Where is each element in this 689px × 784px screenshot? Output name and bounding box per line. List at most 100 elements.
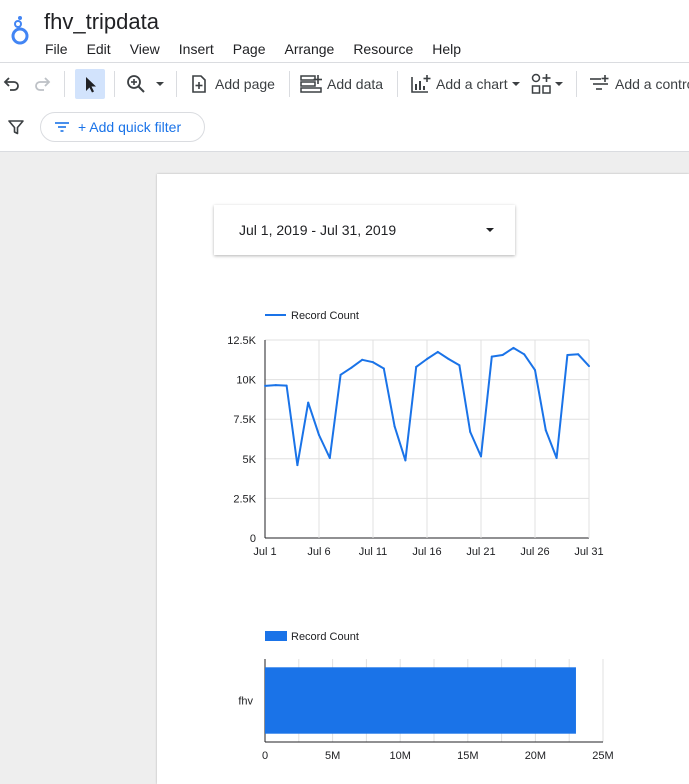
data-point[interactable] [372, 361, 374, 364]
y-tick-label: 12.5K [227, 335, 256, 347]
data-point[interactable] [274, 384, 277, 387]
bar-chart[interactable]: Record Count 0 5M 10M 15M 20M 25M fhv [157, 614, 689, 784]
data-point[interactable] [328, 457, 331, 460]
data-point[interactable] [480, 455, 482, 458]
x-tick-label: 5M [325, 750, 340, 762]
data-point[interactable] [296, 464, 299, 467]
x-tick-label: Jul 11 [359, 546, 388, 558]
data-point[interactable] [339, 373, 342, 376]
x-tick-label: Jul 31 [574, 546, 603, 558]
chevron-down-icon [511, 81, 520, 86]
y-category-label: fhv [238, 696, 253, 708]
time-series-chart[interactable]: Record Count 02.5K5K7.5K10K12.5K Jul 1 Ju… [157, 174, 689, 594]
x-tick-label: Jul 16 [412, 546, 441, 558]
menu-view[interactable]: View [130, 41, 160, 57]
menu-file[interactable]: File [45, 41, 68, 57]
data-point[interactable] [523, 353, 526, 356]
add-quick-filter-button[interactable]: + Add quick filter [40, 112, 205, 142]
data-point[interactable] [588, 365, 590, 368]
data-point[interactable] [285, 384, 288, 387]
data-point[interactable] [555, 457, 558, 460]
add-chart-button[interactable]: Add a chart [410, 63, 522, 104]
filter-lines-icon [55, 122, 69, 132]
document-title[interactable]: fhv_tripdata [44, 9, 159, 35]
report-canvas: Jul 1, 2019 - Jul 31, 2019 Record Count … [0, 152, 689, 784]
menu-insert[interactable]: Insert [179, 41, 214, 57]
add-control-button[interactable]: Add a contro [589, 63, 689, 104]
add-component-button[interactable] [531, 63, 565, 104]
menu-resource[interactable]: Resource [353, 41, 413, 57]
bar-fhv[interactable] [265, 667, 576, 734]
toolbar-divider [289, 71, 290, 97]
data-point[interactable] [490, 355, 493, 358]
looker-studio-logo-icon[interactable] [10, 14, 32, 46]
data-point[interactable] [264, 384, 266, 387]
add-data-button[interactable]: Add data [300, 63, 383, 104]
data-point[interactable] [458, 364, 461, 367]
data-point[interactable] [426, 358, 428, 361]
data-point[interactable] [436, 350, 439, 353]
toolbar-divider [576, 71, 577, 97]
x-tick-label: Jul 21 [466, 546, 495, 558]
legend-label: Record Count [291, 631, 359, 643]
toolbar-divider [114, 71, 115, 97]
zoom-button[interactable] [126, 63, 168, 104]
data-point[interactable] [361, 358, 364, 361]
toolbar-divider [397, 71, 398, 97]
line-chart-grid [264, 339, 590, 539]
cursor-arrow-icon [86, 77, 96, 93]
add-page-button[interactable]: Add page [189, 63, 275, 104]
data-point[interactable] [566, 354, 569, 357]
data-point[interactable] [544, 429, 547, 432]
redo-button[interactable] [32, 63, 52, 104]
data-point[interactable] [469, 430, 472, 433]
add-control-icon [590, 74, 609, 90]
x-tick-label: Jul 6 [307, 546, 330, 558]
add-chart-icon [411, 74, 431, 93]
title-bar: fhv_tripdata File Edit View Insert Page … [0, 0, 689, 62]
add-data-icon [300, 74, 322, 93]
data-point[interactable] [512, 346, 515, 349]
toolbar: Add page Add data Add a chart Add a cont… [0, 62, 689, 105]
select-tool-button[interactable] [75, 69, 105, 99]
bar-chart-y-axis: fhv [238, 696, 253, 708]
y-tick-label: 2.5K [233, 493, 256, 505]
filter-bar: + Add quick filter [0, 104, 689, 152]
data-point[interactable] [307, 401, 310, 404]
bar-chart-legend: Record Count [265, 631, 359, 643]
line-chart-x-axis: Jul 1 Jul 6 Jul 11 Jul 16 Jul 21 Jul 26 Jul 31 [253, 546, 603, 558]
data-point[interactable] [447, 358, 450, 361]
data-point[interactable] [393, 425, 396, 428]
data-point[interactable] [350, 366, 353, 369]
y-tick-label: 5K [243, 454, 257, 466]
data-point[interactable] [318, 434, 320, 437]
data-point[interactable] [404, 459, 407, 462]
menu-page[interactable]: Page [233, 41, 266, 57]
data-point[interactable] [577, 353, 580, 356]
menu-arrange[interactable]: Arrange [285, 41, 335, 57]
bar-chart-x-axis: 0 5M 10M 15M 20M 25M [262, 750, 614, 762]
chevron-down-icon [555, 81, 563, 86]
y-tick-label: 0 [250, 533, 256, 545]
data-point[interactable] [534, 369, 536, 372]
menu-edit[interactable]: Edit [87, 41, 111, 57]
redo-icon [35, 76, 51, 91]
x-tick-label: 25M [592, 750, 613, 762]
filter-icon[interactable] [7, 118, 25, 136]
menu-help[interactable]: Help [432, 41, 461, 57]
y-tick-label: 7.5K [233, 414, 256, 426]
line-chart-y-axis: 0 2.5K 5K 7.5K 10K 12.5K [227, 335, 256, 545]
line-chart-legend: Record Count [265, 310, 359, 322]
legend-label: Record Count [291, 310, 359, 322]
data-point[interactable] [501, 354, 504, 357]
undo-button[interactable] [2, 63, 22, 104]
y-tick-label: 10K [236, 375, 256, 387]
chevron-down-icon [156, 81, 164, 86]
x-tick-label: 20M [525, 750, 546, 762]
x-tick-label: 0 [262, 750, 268, 762]
menu-bar: File Edit View Insert Page Arrange Resou… [45, 41, 480, 57]
data-point[interactable] [382, 367, 385, 370]
toolbar-divider [176, 71, 177, 97]
add-chart-label: Add a chart [436, 75, 508, 92]
data-point[interactable] [415, 365, 418, 368]
